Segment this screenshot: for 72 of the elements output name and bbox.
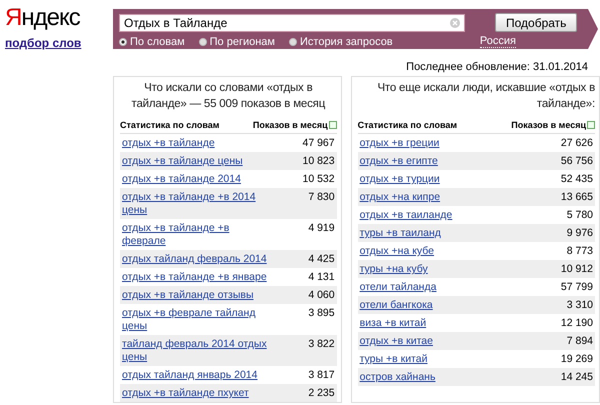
radio-option[interactable]: По регионам xyxy=(198,36,275,48)
phrase-link[interactable]: отели бангкока xyxy=(360,299,433,312)
phrase-link[interactable]: отдых +в китае xyxy=(360,335,433,348)
column-header: Статистика по словам xyxy=(358,120,458,130)
count-cell: 27 626 xyxy=(560,137,593,150)
radio-option[interactable]: История запросов xyxy=(289,36,393,48)
column-header: Показов в месяц xyxy=(252,120,328,130)
logo[interactable]: Яндекс xyxy=(5,4,80,32)
count-cell: 56 756 xyxy=(560,155,593,168)
phrase-link[interactable]: отдых +в тайланде пхукет xyxy=(122,387,249,400)
panel-title: Что еще искали люди, искавшие «отдых в тайланде»: xyxy=(376,81,595,112)
service-link[interactable]: подбор слов xyxy=(5,36,82,50)
search-field[interactable]: Отдых в Тайланде xyxy=(119,14,465,32)
count-cell: 4 060 xyxy=(308,289,335,302)
count-cell: 52 435 xyxy=(560,173,593,186)
column-header: Статистика по словам xyxy=(120,120,220,130)
count-cell: 10 912 xyxy=(560,263,593,276)
radio-icon[interactable] xyxy=(289,38,297,46)
phrase-link[interactable]: отдых +в египте xyxy=(360,155,438,168)
count-cell: 57 799 xyxy=(560,281,593,294)
phrase-link[interactable]: туры +в китай xyxy=(360,353,428,366)
count-cell: 10 823 xyxy=(302,155,335,168)
radio-icon[interactable] xyxy=(119,38,127,46)
count-cell: 3 310 xyxy=(566,299,593,312)
count-cell-text: 7 830 xyxy=(308,191,335,205)
phrase-link[interactable]: виза +в китай xyxy=(360,317,426,330)
radio-option[interactable]: По словам xyxy=(119,36,185,48)
phrase-link[interactable]: тайланд февраль 2014 отдых цены xyxy=(122,338,270,364)
help-icon[interactable] xyxy=(328,121,337,129)
phrase-link[interactable]: отдых +в феврале тайланд цены xyxy=(122,307,270,333)
count-cell: 3 817 xyxy=(308,369,335,382)
count-cell: 7 894 xyxy=(566,335,593,348)
region-link[interactable]: Россия xyxy=(480,35,516,48)
phrase-link[interactable]: отдых +в турции xyxy=(360,173,440,186)
phrase-link[interactable]: отдых тайланд февраль 2014 xyxy=(122,253,267,266)
count-cell: 5 780 xyxy=(566,209,593,222)
phrase-link[interactable]: отдых +в тайланде отзывы xyxy=(122,289,254,302)
phrase-link[interactable]: отдых +в тайланде +в 2014 цены xyxy=(122,191,270,217)
phrase-link[interactable]: отдых +в таиланде xyxy=(360,209,452,222)
phrase-link[interactable]: отдых тайланд январь 2014 xyxy=(122,369,258,382)
count-cell-text: 3 895 xyxy=(308,307,335,321)
count-cell-text: 3 822 xyxy=(308,338,335,352)
count-cell: 9 976 xyxy=(566,227,593,240)
help-icon[interactable] xyxy=(587,121,595,129)
phrase-link[interactable]: отели тайланда xyxy=(360,281,436,294)
phrase-link[interactable]: отдых +на кипре xyxy=(360,191,440,204)
phrase-link[interactable]: туры +на кубу xyxy=(360,263,428,276)
phrase-link[interactable]: отдых +в греции xyxy=(360,137,440,150)
phrase-link[interactable]: отдых +в тайланде xyxy=(122,137,215,150)
radio-icon[interactable] xyxy=(198,38,207,46)
panel-title: Что искали со словами «отдых в тайланде» — 55 009 показов в месяц xyxy=(130,81,326,112)
phrase-link[interactable]: отдых +на кубе xyxy=(360,245,434,258)
last-update-text: Последнее обновление: 31.01.2014 xyxy=(405,60,589,75)
count-cell: 12 190 xyxy=(560,317,593,330)
phrase-link[interactable]: отдых +в тайланде 2014 xyxy=(122,173,241,186)
column-header: Показов в месяц xyxy=(511,120,586,130)
phrase-link[interactable]: остров хайнань xyxy=(360,371,436,384)
phrase-link[interactable]: туры +в таиланд xyxy=(360,227,441,240)
count-cell: 19 269 xyxy=(560,353,593,366)
count-cell: 14 245 xyxy=(560,371,593,384)
count-cell: 4 131 xyxy=(308,271,335,284)
count-cell-text: 4 919 xyxy=(308,222,335,236)
phrase-link[interactable]: отдых +в тайланде цены xyxy=(122,155,243,168)
count-cell: 13 665 xyxy=(560,191,593,204)
count-cell: 4 425 xyxy=(308,253,335,266)
count-cell: 10 532 xyxy=(302,173,335,186)
phrase-link[interactable]: отдых +в тайланде +в феврале xyxy=(122,222,270,248)
count-cell: 2 235 xyxy=(308,387,335,400)
phrase-link[interactable]: отдых +в тайланде +в январе xyxy=(122,271,267,284)
count-cell: 8 773 xyxy=(566,245,593,258)
search-button[interactable]: Подобрать xyxy=(495,13,578,32)
count-cell: 47 967 xyxy=(302,137,335,150)
